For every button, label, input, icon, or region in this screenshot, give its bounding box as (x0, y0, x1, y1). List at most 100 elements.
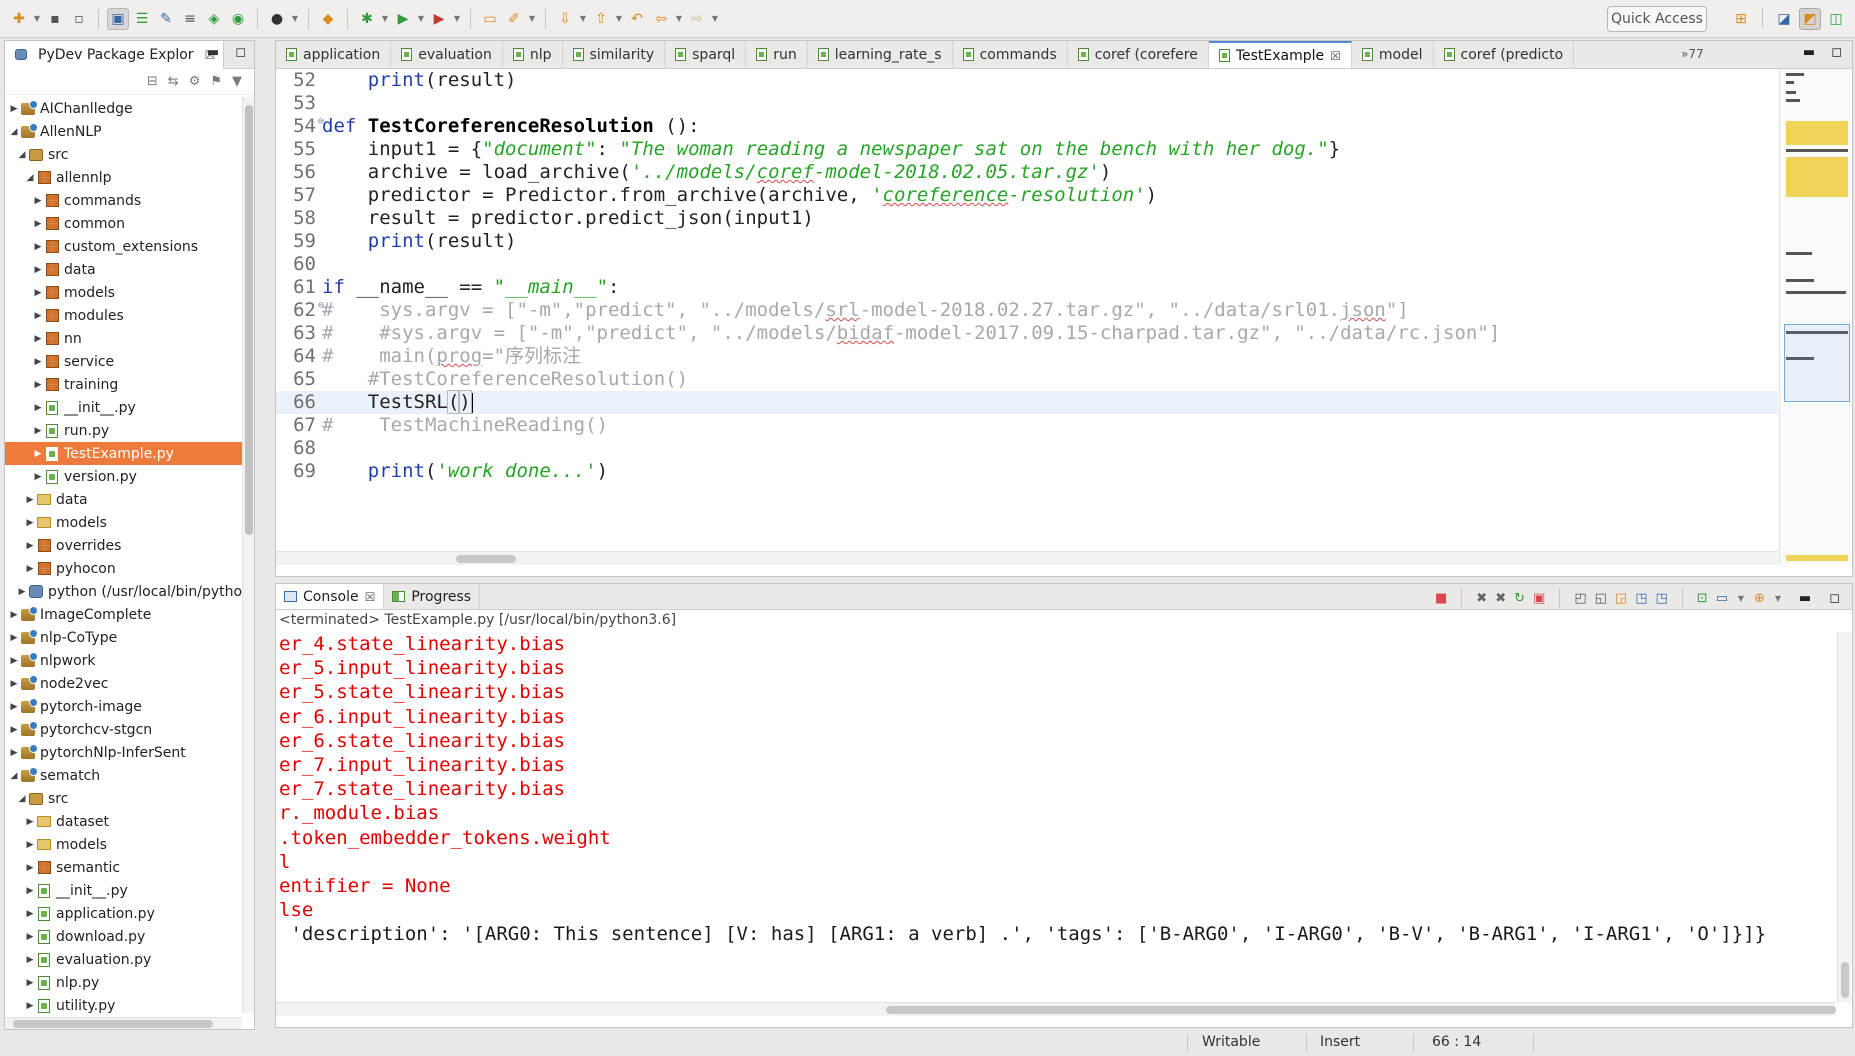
pydev-perspective-icon[interactable]: ◩ (1799, 8, 1821, 30)
tree-item[interactable]: ▶ dataset (5, 810, 242, 833)
expand-arrow-right-icon[interactable]: ▶ (24, 495, 36, 505)
show-on-stderr-icon[interactable]: ◳ (1656, 591, 1668, 606)
back-icon[interactable]: ⇦ (650, 8, 672, 30)
toggle-mark-icon[interactable]: ▣ (107, 7, 129, 30)
tree-item[interactable]: ▶ semantic (5, 856, 242, 879)
editor-tab[interactable]: evaluation (391, 41, 503, 68)
expand-arrow-right-icon[interactable]: ▶ (8, 725, 20, 735)
overview-viewport[interactable] (1784, 324, 1850, 402)
expand-arrow-right-icon[interactable]: ▶ (24, 978, 36, 988)
expand-arrow-right-icon[interactable]: ▶ (24, 564, 36, 574)
code-line[interactable]: 59 print(result) (276, 230, 1778, 253)
expand-arrow-right-icon[interactable]: ▶ (8, 633, 20, 643)
forward-dropdown[interactable]: ▼ (710, 14, 720, 23)
run-dropdown[interactable]: ▼ (416, 14, 426, 23)
code-line[interactable]: 56 archive = load_archive('../models/cor… (276, 161, 1778, 184)
close-icon[interactable]: ☒ (1330, 49, 1341, 63)
tree-item[interactable]: ▶ modules (5, 304, 242, 327)
editor-horizontal-scrollbar[interactable] (276, 551, 1778, 565)
code-line[interactable]: 52 print(result) (276, 69, 1778, 92)
minimize-icon[interactable]: ▬ (1803, 45, 1815, 60)
relaunch-icon[interactable]: ↻ (1514, 591, 1525, 606)
display-console-icon[interactable]: ▭ (1716, 591, 1728, 606)
tree-item[interactable]: ◢ src (5, 143, 242, 166)
code-line[interactable]: 64 # main(prog="序列标注 (276, 345, 1778, 368)
editor-tab[interactable]: model (1352, 41, 1434, 68)
package-icon[interactable]: ◆ (317, 8, 339, 30)
pydev-module-icon[interactable]: ◈ (203, 8, 225, 30)
terminate-icon[interactable]: ■ (1435, 591, 1447, 606)
tree-item[interactable]: ▶ __init__.py (5, 396, 242, 419)
pin-console-icon[interactable]: ⊡ (1697, 591, 1708, 606)
code-line[interactable]: 61 if __name__ == "__main__": (276, 276, 1778, 299)
editor-tab[interactable]: nlp (503, 41, 563, 68)
tree-item[interactable]: ▶ python (/usr/local/bin/python3 (5, 580, 242, 603)
editor-tab[interactable]: TestExample ☒ (1208, 41, 1352, 68)
expand-arrow-right-icon[interactable]: ▶ (32, 403, 44, 413)
maximize-icon[interactable]: ◻ (1831, 45, 1842, 60)
expand-arrow-right-icon[interactable]: ▶ (32, 242, 44, 252)
tree-item[interactable]: ▶ models (5, 511, 242, 534)
code-line[interactable]: 55 input1 = {"document": "The woman read… (276, 138, 1778, 161)
tree-item[interactable]: ◢ src (5, 787, 242, 810)
tab-overflow-indicator[interactable]: »77 (1681, 47, 1704, 61)
console-output[interactable]: er_4.state_linearity.bias er_5.input_line… (276, 632, 1836, 1002)
expand-arrow-down-icon[interactable]: ◢ (8, 127, 20, 137)
run-external-dropdown[interactable]: ▼ (452, 14, 462, 23)
expand-arrow-right-icon[interactable]: ▶ (32, 380, 44, 390)
collapse-all-icon[interactable]: ⊟ (147, 74, 158, 89)
tree-item[interactable]: ▶ pytorchNlp-InferSent (5, 741, 242, 764)
expand-arrow-right-icon[interactable]: ▶ (24, 817, 36, 827)
open-console-dropdown[interactable]: ▼ (1773, 594, 1783, 603)
tree-item[interactable]: ▶ commands (5, 189, 242, 212)
code-line[interactable]: 67 # TestMachineReading() (276, 414, 1778, 437)
stop-icon[interactable]: ▣ (1533, 591, 1545, 606)
expand-arrow-right-icon[interactable]: ▶ (8, 104, 20, 114)
expand-arrow-right-icon[interactable]: ▶ (24, 886, 36, 896)
tree-item[interactable]: ▶ pytorchcv-stgcn (5, 718, 242, 741)
previous-annotation-dropdown[interactable]: ▼ (614, 14, 624, 23)
brush-dropdown[interactable]: ▼ (527, 14, 537, 23)
expand-arrow-down-icon[interactable]: ◢ (8, 771, 20, 781)
expand-arrow-right-icon[interactable]: ▶ (24, 863, 36, 873)
code-line[interactable]: 53 (276, 92, 1778, 115)
editor-tab[interactable]: coref (predicto (1434, 41, 1575, 68)
code-line[interactable]: 60 (276, 253, 1778, 276)
maximize-icon[interactable]: ◻ (235, 45, 246, 60)
expand-arrow-right-icon[interactable]: ▶ (24, 932, 36, 942)
code-line[interactable]: 57 predictor = Predictor.from_archive(ar… (276, 184, 1778, 207)
code-line[interactable]: 58 result = predictor.predict_json(input… (276, 207, 1778, 230)
tree-item[interactable]: ▶ service (5, 350, 242, 373)
expand-arrow-right-icon[interactable]: ▶ (24, 909, 36, 919)
back-dropdown[interactable]: ▼ (674, 14, 684, 23)
tree-item[interactable]: ▶ common (5, 212, 242, 235)
next-annotation-icon[interactable]: ⇩ (554, 8, 576, 30)
view-menu-icon[interactable]: ▼ (232, 74, 242, 89)
outline-icon[interactable]: ☰ (131, 8, 153, 30)
tab-console[interactable]: Console ☒ (276, 584, 385, 609)
tree-item[interactable]: ▶ __init__.py (5, 879, 242, 902)
expand-arrow-right-icon[interactable]: ▶ (32, 472, 44, 482)
tree-item[interactable]: ▶ AIChanlledge (5, 97, 242, 120)
forward-icon[interactable]: ⇨ (686, 8, 708, 30)
tree-item[interactable]: ▶ ImageComplete (5, 603, 242, 626)
word-wrap-icon[interactable]: ◲ (1615, 591, 1627, 606)
tree-item[interactable]: ▶ application.py (5, 902, 242, 925)
maximize-icon[interactable]: ◻ (1829, 591, 1840, 606)
minimize-icon[interactable]: ▬ (1799, 591, 1811, 606)
new-icon[interactable]: ✚ (8, 8, 30, 30)
expand-arrow-right-icon[interactable]: ▶ (32, 357, 44, 367)
next-annotation-dropdown[interactable]: ▼ (578, 14, 588, 23)
quick-access-field[interactable]: Quick Access (1607, 6, 1707, 32)
expand-arrow-right-icon[interactable]: ▶ (8, 702, 20, 712)
run-icon[interactable]: ▶ (392, 8, 414, 30)
code-line[interactable]: 54 ⊖ def TestCoreferenceResolution (): (276, 115, 1778, 138)
tree-item[interactable]: ▶ models (5, 833, 242, 856)
open-folder-icon[interactable]: ▭ (479, 8, 501, 30)
code-line[interactable]: 62 ⊖ # sys.argv = ["-m","predict", "../mod… (276, 299, 1778, 322)
list-icon[interactable]: ≡ (179, 8, 201, 30)
tree-item[interactable]: ▶ download.py (5, 925, 242, 948)
tree-item[interactable]: ▶ pyhocon (5, 557, 242, 580)
tree-item[interactable]: ▶ training (5, 373, 242, 396)
minimize-icon[interactable]: ▬ (207, 45, 219, 60)
